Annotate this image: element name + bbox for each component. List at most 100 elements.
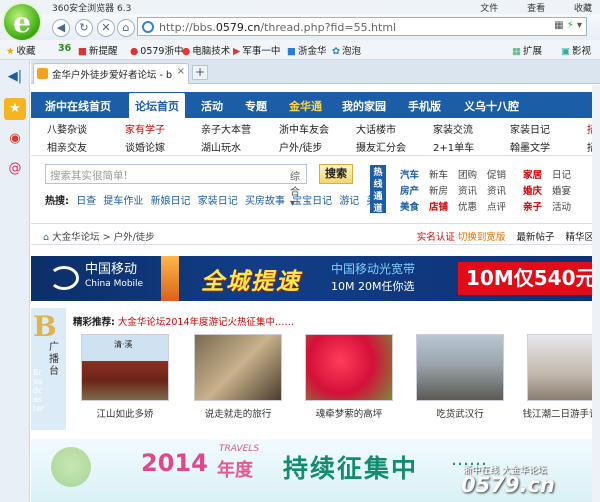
nav-events[interactable]: 活动 bbox=[201, 98, 223, 114]
mail-icon[interactable]: @ bbox=[4, 158, 26, 180]
grid-link[interactable]: 汽车 bbox=[400, 167, 419, 181]
grid-link[interactable]: 亲子 bbox=[523, 199, 542, 213]
bookmark-notify[interactable]: ■ 新提醒 bbox=[78, 43, 118, 57]
latest-posts-link[interactable]: 最新帖子 bbox=[516, 232, 554, 243]
photo-caption[interactable]: 吃货武汉行 bbox=[410, 406, 510, 420]
sub-nav-item[interactable]: 八婺杂谈 bbox=[47, 121, 87, 136]
tab-forum[interactable]: 金华户外徒步爱好者论坛 - b × bbox=[33, 63, 189, 84]
travels-banner[interactable]: 2014 TRAVELS 年度 持续征集中 …… 浙中在线 大金华论坛 0579… bbox=[31, 439, 600, 502]
dropdown-icon[interactable]: ▾ bbox=[577, 20, 582, 31]
bookmark-pc[interactable]: ● 电脑技术 bbox=[182, 43, 230, 57]
bookmark-extensions[interactable]: ▦ 扩展 bbox=[512, 43, 542, 57]
grid-link[interactable]: 活动 bbox=[552, 199, 571, 213]
hot-link[interactable]: 家装日记 bbox=[198, 196, 238, 207]
url-text[interactable]: http://bbs.0579.cn/thread.php?fid=55.htm… bbox=[159, 21, 396, 34]
grid-link[interactable]: 婚庆 bbox=[523, 183, 542, 197]
china-mobile-banner[interactable]: 中国移动 China Mobile 全城提速 中国移动光宽带 10M 20M任你… bbox=[31, 256, 600, 301]
photo-thumbnail[interactable] bbox=[527, 334, 600, 401]
hot-link[interactable]: 宝宝日记 bbox=[292, 196, 332, 207]
bookmark-military[interactable]: ▶ 军事一中 bbox=[233, 43, 280, 57]
tab-close-icon[interactable]: × bbox=[177, 66, 185, 77]
grid-link[interactable]: 点评 bbox=[487, 199, 506, 213]
grid-link[interactable]: 日记 bbox=[552, 167, 571, 181]
sub-nav-item[interactable]: 浙中车友会 bbox=[279, 121, 329, 136]
breadcrumb-item[interactable]: 大金华论坛 bbox=[52, 232, 100, 243]
nav-yiwu[interactable]: 义乌十八腔 bbox=[464, 98, 519, 114]
digest-link[interactable]: 精华区 bbox=[565, 232, 594, 243]
sub-nav-item[interactable]: 相亲交友 bbox=[47, 139, 87, 154]
hot-link[interactable]: 买房故事 bbox=[245, 196, 285, 207]
sidebar-toggle-icon[interactable]: ◀| bbox=[4, 66, 26, 88]
wide-mode-link[interactable]: 切换到宽版 bbox=[458, 232, 506, 243]
grid-link[interactable]: 新车 bbox=[429, 167, 448, 181]
sub-nav-item[interactable]: 摄友汇分会 bbox=[356, 139, 406, 154]
hot-link[interactable]: 提车作业 bbox=[103, 196, 143, 207]
grid-link[interactable]: 房产 bbox=[400, 183, 419, 197]
breadcrumb-item[interactable]: 户外/徒步 bbox=[114, 232, 155, 243]
grid-link[interactable]: 美食 bbox=[400, 199, 419, 213]
favorites-star-icon[interactable]: ★ bbox=[4, 98, 26, 120]
sub-nav-item[interactable]: 翰墨文学 bbox=[510, 139, 550, 154]
hot-link[interactable]: 新娘日记 bbox=[151, 196, 191, 207]
back-icon[interactable]: ◀ bbox=[52, 19, 70, 37]
browser-logo-icon[interactable]: e bbox=[2, 2, 42, 42]
grid-link[interactable]: 资讯 bbox=[487, 183, 506, 197]
address-bar[interactable]: http://bbs.0579.cn/thread.php?fid=55.htm… bbox=[137, 17, 587, 36]
qr-icon[interactable]: ▦ bbox=[554, 20, 563, 31]
hot-link[interactable]: 日查 bbox=[76, 196, 96, 207]
nav-jinhuatong[interactable]: 金华通 bbox=[289, 98, 322, 114]
sub-nav-item[interactable]: 家装日记 bbox=[510, 121, 550, 136]
nav-topics[interactable]: 专题 bbox=[245, 98, 267, 114]
new-tab-button[interactable]: + bbox=[192, 65, 208, 80]
realname-auth-link[interactable]: 实名认证 bbox=[417, 232, 455, 243]
photo-thumbnail[interactable]: 清·溪 bbox=[81, 334, 169, 401]
broadcast-headline-link[interactable]: 大金华论坛2014年度游记火热征集中…… bbox=[118, 317, 294, 328]
bookmark-360[interactable]: 36 bbox=[58, 43, 71, 54]
grid-link[interactable]: 团购 bbox=[458, 167, 477, 181]
grid-link[interactable]: 婚宴 bbox=[552, 183, 571, 197]
grid-link[interactable]: 促销 bbox=[487, 167, 506, 181]
home-icon[interactable]: ⌂ bbox=[117, 19, 135, 37]
grid-link[interactable]: 家居 bbox=[523, 167, 542, 181]
weibo-icon[interactable]: ◉ bbox=[4, 128, 26, 150]
photo-caption[interactable]: 说走就走的旅行 bbox=[188, 406, 288, 420]
sub-nav-item[interactable]: 2+1单车 bbox=[433, 139, 474, 154]
nav-home[interactable]: 浙中在线首页 bbox=[45, 98, 111, 114]
menu-view[interactable]: 查看 bbox=[527, 4, 545, 14]
menu-favorites[interactable]: 收藏 bbox=[574, 4, 592, 14]
bookmark-video[interactable]: ▣ 影视 bbox=[561, 43, 591, 57]
grid-link[interactable]: 店铺 bbox=[429, 199, 448, 213]
nav-my-home[interactable]: 我的家园 bbox=[342, 98, 386, 114]
refresh-icon[interactable]: ↻ bbox=[75, 19, 93, 37]
grid-link[interactable]: 资讯 bbox=[458, 183, 477, 197]
search-button[interactable]: 搜索 bbox=[319, 164, 353, 184]
bookmark-favorites[interactable]: ★ 收藏 bbox=[6, 43, 36, 57]
page-scrollbar[interactable] bbox=[592, 85, 600, 502]
sub-nav-item[interactable]: 家装交流 bbox=[433, 121, 473, 136]
stop-icon[interactable]: ✕ bbox=[97, 19, 115, 37]
bookmark-jinhua[interactable]: ■ 浙金华 bbox=[287, 43, 327, 57]
sub-nav-item[interactable]: 谈婚论嫁 bbox=[125, 139, 165, 154]
sub-nav-item[interactable]: 家有学子 bbox=[125, 121, 165, 136]
photo-thumbnail[interactable] bbox=[416, 334, 504, 401]
photo-thumbnail[interactable] bbox=[194, 334, 282, 401]
grid-link[interactable]: 优惠 bbox=[458, 199, 477, 213]
home-small-icon[interactable]: ⌂ bbox=[43, 232, 49, 243]
photo-thumbnail[interactable] bbox=[305, 334, 393, 401]
menu-file[interactable]: 文件 bbox=[480, 4, 498, 14]
photo-caption[interactable]: 江山如此多娇 bbox=[75, 406, 175, 420]
hot-link[interactable]: 游记 bbox=[339, 196, 359, 207]
sub-nav-item[interactable]: 户外/徒步 bbox=[279, 139, 322, 154]
forum-search-input[interactable]: 搜索其实很简单! 综合 ▾ bbox=[45, 164, 307, 209]
bookmark-0579[interactable]: ● 0579浙中 bbox=[130, 43, 183, 57]
sub-nav-item[interactable]: 湖山玩水 bbox=[201, 139, 241, 154]
photo-caption[interactable]: 钱江潮二日游手记 bbox=[521, 406, 600, 420]
sub-nav-item[interactable]: 大话楼市 bbox=[356, 121, 396, 136]
nav-forum-home[interactable]: 论坛首页 bbox=[129, 93, 185, 118]
grid-link[interactable]: 新房 bbox=[429, 183, 448, 197]
nav-mobile[interactable]: 手机版 bbox=[408, 98, 441, 114]
sub-nav-item[interactable]: 亲子大本营 bbox=[201, 121, 251, 136]
photo-caption[interactable]: 魂牵梦萦的高坪 bbox=[299, 406, 399, 420]
bookmark-paopao[interactable]: ✿ 泡泡 bbox=[332, 43, 361, 57]
speed-icon[interactable]: ⚡ bbox=[567, 20, 574, 31]
